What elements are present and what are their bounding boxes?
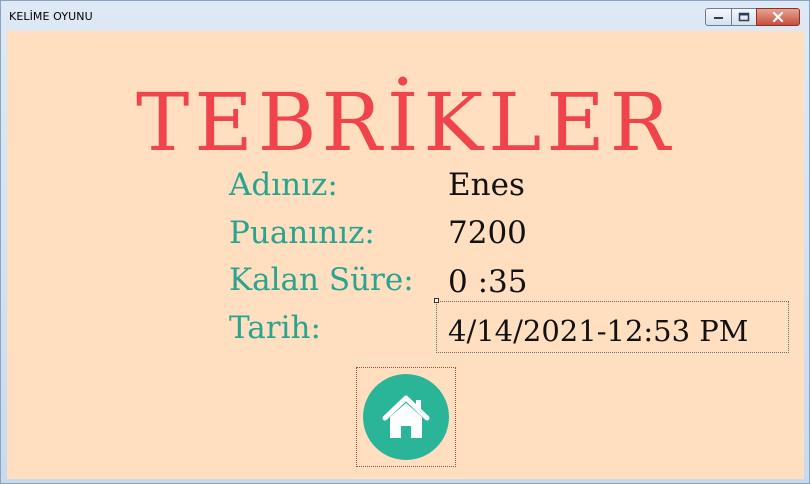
home-icon	[382, 395, 430, 438]
home-button[interactable]	[356, 367, 456, 467]
home-button-circle	[363, 374, 449, 460]
score-value: 7200	[448, 215, 527, 251]
remaining-time-value: 0 :35	[448, 264, 528, 300]
maximize-button[interactable]	[731, 8, 757, 26]
selection-handle[interactable]	[434, 298, 439, 303]
minimize-button[interactable]	[705, 8, 732, 26]
window-title: KELİME OYUNU	[9, 10, 93, 23]
maximize-icon	[738, 12, 750, 22]
close-icon	[772, 12, 784, 22]
date-label: Tarih:	[229, 310, 321, 346]
form-client-area: TEBRİKLER Adınız: Enes Puanınız: 7200 Ka…	[7, 31, 804, 479]
remaining-time-label: Kalan Süre:	[229, 262, 414, 298]
close-button[interactable]	[756, 8, 800, 26]
name-label: Adınız:	[229, 167, 338, 203]
minimize-icon	[714, 17, 723, 19]
date-value: 4/14/2021-12:53 PM	[448, 314, 749, 348]
congratulations-heading: TEBRİKLER	[136, 76, 675, 169]
app-window: KELİME OYUNU TEBRİKLER Adınız: Enes Puan…	[0, 0, 810, 484]
name-value: Enes	[448, 167, 525, 203]
title-bar[interactable]: KELİME OYUNU	[1, 1, 809, 31]
score-label: Puanınız:	[229, 215, 375, 251]
